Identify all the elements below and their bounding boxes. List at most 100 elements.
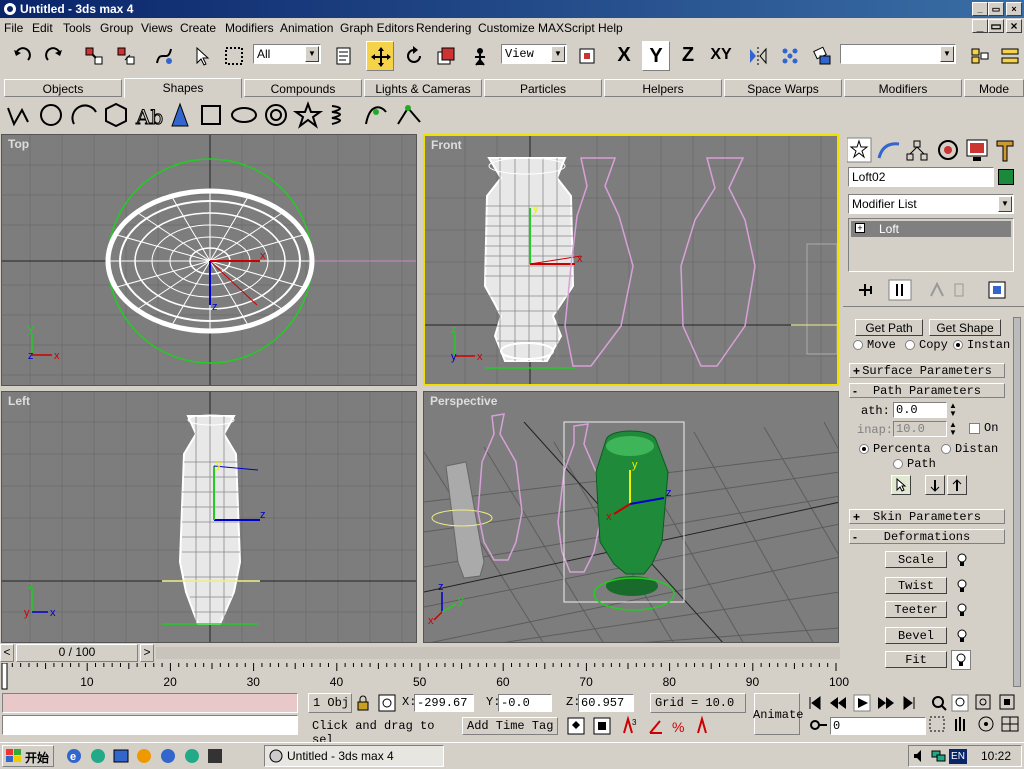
animate-button[interactable]: Animate <box>753 693 803 735</box>
selection-filter-dropdown[interactable]: All ▼ <box>253 44 321 64</box>
internet-explorer-icon[interactable]: e <box>67 749 81 763</box>
snap-spinner[interactable]: 10.0 <box>893 421 947 437</box>
align-button[interactable] <box>808 41 836 71</box>
modify-tab-icon[interactable] <box>877 142 900 159</box>
doc-close-button[interactable]: × <box>1006 19 1022 33</box>
select-rotate-button[interactable] <box>400 41 428 71</box>
zoom-all-icon[interactable] <box>951 694 969 712</box>
close-button[interactable]: × <box>1006 2 1022 16</box>
corner-vertex-icon[interactable] <box>397 105 421 125</box>
current-frame-field[interactable]: 0 <box>830 717 926 735</box>
rollout-skin-parameters[interactable]: + Skin Parameters <box>849 509 1005 524</box>
maxscript-input[interactable] <box>2 715 298 735</box>
line-shape-icon[interactable] <box>7 107 29 127</box>
snap-spinner-arrows[interactable]: ▲ ▼ <box>949 421 957 437</box>
mirror-button[interactable] <box>744 41 772 71</box>
time-slider-track[interactable] <box>156 647 840 659</box>
path-spinner[interactable]: 0.0 <box>893 402 947 418</box>
circle-shape-icon[interactable] <box>40 104 62 126</box>
app-icon-6[interactable] <box>185 749 199 763</box>
object-name-field[interactable]: Loft02 <box>848 167 994 187</box>
helix-shape-icon[interactable] <box>331 105 341 125</box>
viewport-front[interactable]: x y z x y Front <box>423 134 839 386</box>
tab-modifiers[interactable]: Modifiers <box>844 79 962 97</box>
scale-deform-button[interactable]: Scale <box>885 551 947 568</box>
tab-objects[interactable]: Objects <box>4 79 122 97</box>
bevel-bulb-icon[interactable] <box>955 628 969 647</box>
menu-customize[interactable]: Customize <box>478 21 535 35</box>
instance-radio[interactable] <box>953 340 963 350</box>
time-next-button[interactable]: > <box>140 644 154 662</box>
viewport-label-front[interactable]: Front <box>431 138 462 152</box>
menu-create[interactable]: Create <box>180 21 216 35</box>
array-button[interactable] <box>776 41 804 71</box>
percent-snap-icon[interactable]: % <box>672 719 684 735</box>
app-icon-7[interactable] <box>208 749 222 763</box>
modifier-list-dropdown[interactable]: Modifier List ▼ <box>848 194 1014 214</box>
track-view-button[interactable] <box>966 41 994 71</box>
display-tab-icon[interactable] <box>966 139 988 161</box>
next-shape-button[interactable] <box>947 475 967 495</box>
spinner-snap-icon[interactable] <box>697 715 707 734</box>
menu-rendering[interactable]: Rendering <box>416 21 471 35</box>
pin-stack-icon[interactable] <box>859 284 872 296</box>
zoom-icon[interactable] <box>932 696 947 711</box>
show-end-result-icon[interactable] <box>888 279 912 301</box>
outlook-icon[interactable] <box>91 749 105 763</box>
restrict-y-button[interactable]: Y <box>642 41 670 71</box>
path-steps-radio[interactable] <box>893 459 903 469</box>
previous-frame-icon[interactable] <box>830 697 846 709</box>
go-to-end-icon[interactable] <box>903 696 915 710</box>
z-coord-field[interactable]: 60.957 <box>578 694 634 712</box>
get-shape-button[interactable]: Get Shape <box>929 319 1001 336</box>
select-region-button[interactable] <box>220 41 248 71</box>
angle-snap-icon[interactable] <box>649 720 662 734</box>
teeter-bulb-icon[interactable] <box>955 602 969 621</box>
rollout-scrollbar[interactable] <box>1013 317 1021 687</box>
minimize-button[interactable]: _ <box>972 2 988 16</box>
star-shape-icon[interactable] <box>292 101 324 129</box>
menu-animation[interactable]: Animation <box>280 21 333 35</box>
maximize-button[interactable]: ▭ <box>988 2 1004 16</box>
scale-bulb-icon[interactable] <box>955 552 969 571</box>
fit-bulb-icon[interactable] <box>951 650 971 670</box>
key-mode-icon[interactable] <box>810 717 828 736</box>
zoom-extents-icon[interactable] <box>975 694 991 710</box>
path-spinner-arrows[interactable]: ▲ ▼ <box>949 402 957 418</box>
menu-maxscript[interactable]: MAXScript <box>538 21 595 35</box>
time-slider-thumb[interactable]: 0 / 100 <box>16 644 138 662</box>
menu-group[interactable]: Group <box>100 21 133 35</box>
y-coord-field[interactable]: -0.0 <box>498 694 552 712</box>
doc-minimize-button[interactable]: _ <box>972 19 988 33</box>
restrict-xy-button[interactable]: XY <box>706 41 736 71</box>
reference-coord-dropdown[interactable]: View ▼ <box>501 44 567 64</box>
select-object-button[interactable] <box>188 41 216 71</box>
add-time-tag-button[interactable]: Add Time Tag <box>462 717 558 735</box>
restrict-x-button[interactable]: X <box>610 41 638 71</box>
track-bar[interactable]: 0102030405060708090100 <box>0 662 849 691</box>
teeter-deform-button[interactable]: Teeter <box>885 601 947 618</box>
select-scale-button[interactable] <box>432 41 460 71</box>
tab-space-warps[interactable]: Space Warps <box>724 79 842 97</box>
fit-deform-button[interactable]: Fit <box>885 651 947 668</box>
go-to-start-icon[interactable] <box>809 696 821 710</box>
ngon-shape-icon[interactable] <box>105 102 127 128</box>
arc-rotate-icon[interactable] <box>978 716 994 732</box>
viewport-label-perspective[interactable]: Perspective <box>430 394 497 408</box>
region-zoom-icon[interactable] <box>929 716 945 732</box>
pivot-center-button[interactable] <box>573 41 601 71</box>
previous-shape-button[interactable] <box>925 475 945 495</box>
menu-views[interactable]: Views <box>141 21 173 35</box>
start-button[interactable]: 开始 <box>2 745 54 767</box>
bezier-vertex-icon[interactable] <box>365 106 387 125</box>
twist-deform-button[interactable]: Twist <box>885 577 947 594</box>
app-icon-5[interactable] <box>161 749 175 763</box>
tab-compounds[interactable]: Compounds <box>244 79 362 97</box>
window-crossing-icon[interactable] <box>593 717 611 735</box>
rollout-deformations[interactable]: - Deformations <box>849 529 1005 544</box>
object-color-swatch[interactable] <box>998 169 1014 185</box>
redo-button[interactable] <box>40 41 68 71</box>
menu-modifiers[interactable]: Modifiers <box>225 21 274 35</box>
restrict-z-button[interactable]: Z <box>674 41 702 71</box>
next-frame-icon[interactable] <box>878 697 894 709</box>
